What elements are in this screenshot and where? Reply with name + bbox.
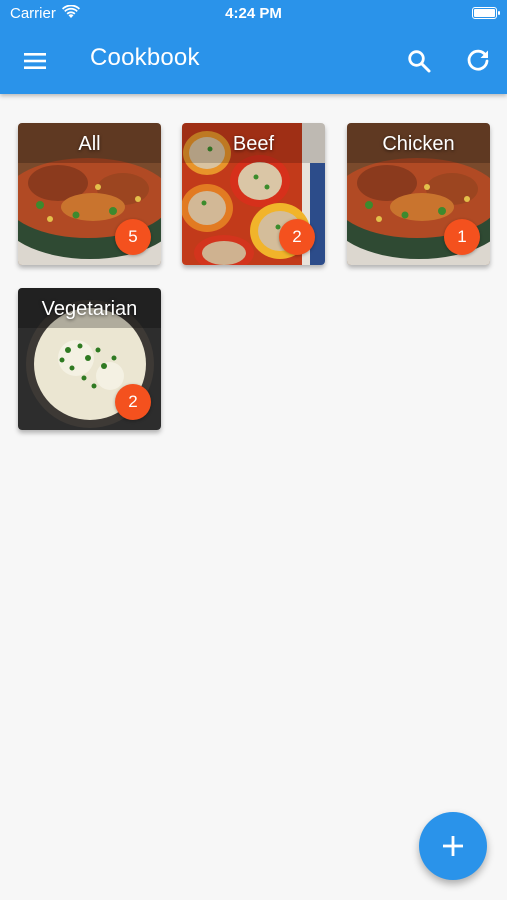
category-card-chicken[interactable]: Chicken 1 bbox=[347, 123, 490, 265]
top-bar: Carrier 4:24 PM Cookbook bbox=[0, 0, 507, 94]
status-bar: Carrier 4:24 PM bbox=[0, 0, 507, 28]
recipe-count-badge: 5 bbox=[115, 219, 151, 255]
menu-icon[interactable] bbox=[20, 46, 50, 76]
app-bar: Cookbook bbox=[0, 28, 507, 94]
card-label: Beef bbox=[232, 133, 275, 155]
category-card-all[interactable]: All 5 bbox=[18, 123, 161, 265]
category-card-beef[interactable]: Beef 2 bbox=[182, 123, 325, 265]
card-label: Chicken bbox=[382, 133, 455, 155]
clock-time: 4:24 PM bbox=[225, 5, 282, 22]
add-recipe-button[interactable] bbox=[419, 812, 487, 880]
battery-icon bbox=[472, 7, 500, 19]
add-icon bbox=[443, 836, 463, 856]
refresh-icon[interactable] bbox=[463, 46, 493, 76]
card-label: Vegetarian bbox=[41, 298, 138, 320]
search-icon[interactable] bbox=[404, 46, 434, 76]
card-label: All bbox=[78, 133, 101, 155]
category-card-vegetarian[interactable]: Vegetarian 2 bbox=[18, 288, 161, 430]
recipe-count-badge: 2 bbox=[115, 384, 151, 420]
recipe-count-badge: 2 bbox=[279, 219, 315, 255]
recipe-count-badge: 1 bbox=[444, 219, 480, 255]
page-title: Cookbook bbox=[90, 44, 200, 71]
